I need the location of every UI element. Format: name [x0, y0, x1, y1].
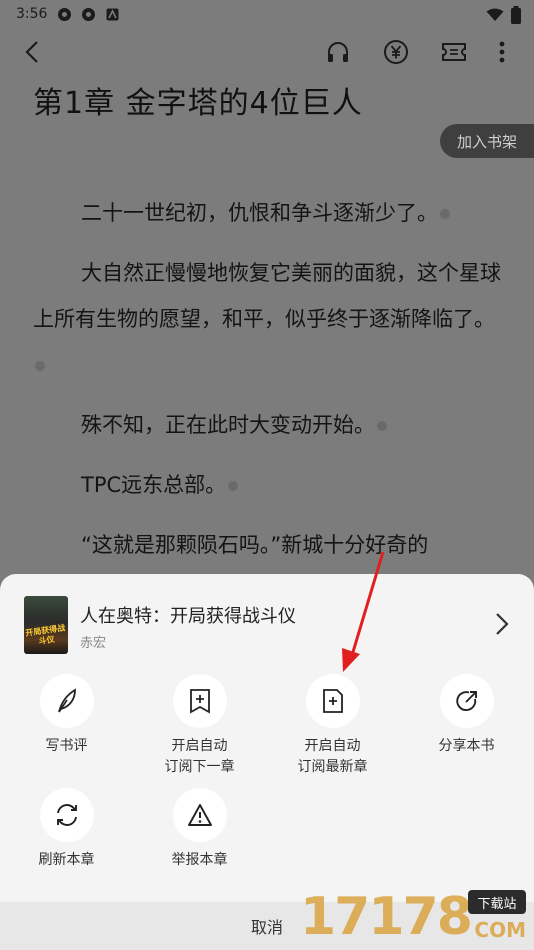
status-icons — [486, 6, 522, 24]
back-arrow-icon — [25, 41, 38, 63]
book-info-row[interactable]: 开局获得战斗仪 人在奥特：开局获得战斗仪 赤宏 — [24, 596, 514, 656]
chevron-right-icon — [496, 613, 509, 635]
bookmark-plus-icon — [189, 689, 210, 714]
action-label-line: 订阅下一章 — [164, 759, 235, 775]
document-plus-icon — [322, 689, 343, 713]
watermark-com: COM — [474, 918, 526, 942]
paragraph-text: TPC远东总部。 — [81, 473, 227, 497]
paragraph: “这就是那颗陨石吗。”新城十分好奇的 — [33, 522, 503, 568]
listen-button[interactable] — [322, 36, 354, 68]
watermark-digits: 17178 — [300, 887, 473, 947]
action-icon-circle — [439, 674, 494, 728]
status-time: 3:56 — [16, 6, 48, 22]
action-label: 刷新本章 — [38, 852, 95, 868]
action-label-line: 订阅最新章 — [297, 759, 368, 775]
quill-icon — [57, 688, 76, 713]
write-review-button[interactable]: 写书评 — [0, 674, 133, 757]
paragraph-text: “这就是那颗陨石吗。”新城十分好奇的 — [81, 533, 429, 557]
action-label: 分享本书 — [438, 738, 495, 754]
action-label: 开启自动 订阅最新章 — [266, 736, 399, 778]
action-icon-circle — [305, 674, 360, 728]
paragraph: TPC远东总部。 — [33, 462, 503, 508]
chapter-title: 第1章 金字塔的4位巨人 — [33, 86, 363, 121]
more-button[interactable] — [486, 36, 518, 68]
refresh-icon — [56, 804, 77, 826]
paragraph: 殊不知，正在此时大变动开始。 — [33, 402, 503, 448]
comment-dot-icon[interactable] — [377, 421, 387, 431]
book-author: 赤宏 — [80, 636, 107, 651]
reader-toolbar — [0, 30, 534, 74]
watermark-site: 下载站 — [468, 890, 526, 914]
refresh-chapter-button[interactable]: 刷新本章 — [0, 788, 133, 871]
share-icon — [455, 691, 477, 711]
action-icon-circle — [172, 674, 227, 728]
action-icon-circle — [39, 674, 94, 728]
comment-dot-icon[interactable] — [440, 209, 450, 219]
action-label: 开启自动 订阅下一章 — [133, 736, 266, 778]
yuan-coin-icon — [384, 40, 408, 64]
app-notification-icon — [58, 7, 72, 21]
book-title: 人在奥特：开局获得战斗仪 — [80, 606, 296, 627]
paragraph-text: 大自然正慢慢地恢复它美丽的面貌，这个星球上所有生物的愿望，和平，似乎终于逐渐降临… — [33, 261, 501, 331]
share-book-button[interactable]: 分享本书 — [400, 674, 533, 757]
comment-dot-icon[interactable] — [35, 361, 45, 371]
action-label: 举报本章 — [171, 852, 228, 868]
comment-dot-icon[interactable] — [228, 481, 239, 491]
paragraph: 大自然正慢慢地恢复它美丽的面貌，这个星球上所有生物的愿望，和平，似乎终于逐渐降临… — [33, 250, 503, 388]
action-label: 写书评 — [45, 738, 88, 754]
book-actions-sheet: 开局获得战斗仪 人在奥特：开局获得战斗仪 赤宏 写书评 开启自动订阅下一章 开启… — [0, 574, 534, 950]
app-notification-icon — [82, 7, 96, 21]
site-watermark: 17178 下载站 COM — [300, 888, 528, 946]
action-label-line: 开启自动 — [171, 738, 228, 754]
warning-icon — [187, 804, 212, 826]
app-notification-icon — [106, 8, 119, 20]
cover-title: 开局获得战斗仪 — [24, 623, 66, 647]
paragraph: 二十一世纪初，仇恨和争斗逐渐少了。 — [33, 190, 503, 236]
more-vertical-icon — [499, 41, 505, 63]
action-icon-circle — [39, 788, 94, 842]
paragraph-text: 二十一世纪初，仇恨和争斗逐渐少了。 — [81, 201, 438, 225]
chapter-content: 二十一世纪初，仇恨和争斗逐渐少了。 大自然正慢慢地恢复它美丽的面貌，这个星球上所… — [33, 190, 503, 582]
add-to-shelf-button[interactable]: 加入书架 — [440, 124, 534, 158]
headphones-icon — [328, 42, 348, 62]
paragraph-text: 殊不知，正在此时大变动开始。 — [81, 413, 375, 437]
back-button[interactable] — [16, 36, 48, 68]
report-chapter-button[interactable]: 举报本章 — [133, 788, 266, 871]
action-label-line: 开启自动 — [304, 738, 361, 754]
status-bar: 3:56 — [0, 0, 534, 28]
battery-icon — [511, 6, 521, 24]
auto-subscribe-next-button[interactable]: 开启自动 订阅下一章 — [133, 674, 266, 778]
reward-button[interactable] — [380, 36, 412, 68]
ticket-button[interactable] — [438, 36, 470, 68]
ticket-icon — [442, 43, 466, 61]
wifi-icon — [486, 8, 504, 21]
action-icon-circle — [172, 788, 227, 842]
auto-subscribe-latest-button[interactable]: 开启自动 订阅最新章 — [266, 674, 399, 778]
book-cover: 开局获得战斗仪 — [24, 596, 68, 654]
